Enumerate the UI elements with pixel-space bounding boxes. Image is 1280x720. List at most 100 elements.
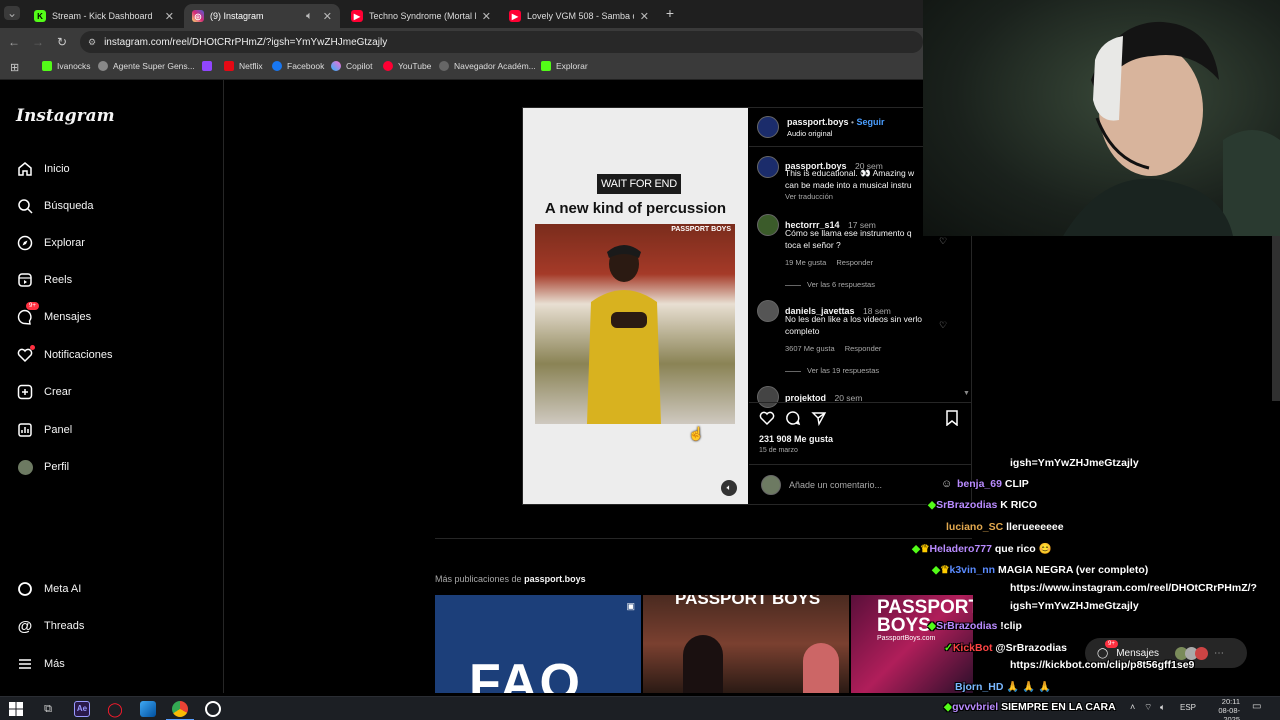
messages-badge: 9+ xyxy=(26,302,39,310)
bookmark-label: Facebook xyxy=(287,61,325,71)
scrollbar[interactable] xyxy=(1272,236,1280,401)
close-icon[interactable]: ✕ xyxy=(482,10,491,23)
grid-text: PassportBoys.com xyxy=(877,635,936,642)
author-username[interactable]: passport.boys xyxy=(787,117,849,127)
tab-lovely-vgm[interactable]: ▶ Lovely VGM 508 - Samba de Am ✕ xyxy=(501,4,657,28)
grid-post-2[interactable]: PASSPORT BOYS xyxy=(643,595,849,693)
emoji-icon[interactable]: ☺ xyxy=(941,478,952,490)
more-posts-user[interactable]: passport.boys xyxy=(524,574,586,584)
reply-button[interactable]: Responder xyxy=(836,258,873,267)
grid-text: PASSPORT BOYS xyxy=(675,595,821,608)
heart-icon xyxy=(16,345,35,364)
reload-button[interactable]: ↻ xyxy=(54,34,70,50)
tab-search-button[interactable]: ⌄ xyxy=(4,6,20,20)
comment-icon[interactable] xyxy=(785,410,801,431)
after-effects-icon[interactable]: Ae xyxy=(74,701,90,717)
volume-icon[interactable]: 🔈︎ xyxy=(1160,702,1165,713)
forward-button[interactable]: → xyxy=(30,34,46,50)
address-bar[interactable]: ⚙ instagram.com/reel/DHOtCRrPHmZ/?igsh=Y… xyxy=(80,31,923,53)
comment-likes[interactable]: 19 Me gusta xyxy=(785,258,826,267)
comment-like-icon[interactable]: ♡ xyxy=(939,320,947,331)
bookmark-youtube[interactable]: YouTube xyxy=(383,61,431,71)
bookmark-copilot[interactable]: Copilot xyxy=(331,61,372,71)
caption-avatar[interactable] xyxy=(757,156,779,178)
view-replies[interactable]: Ver las 19 respuestas xyxy=(785,366,879,375)
close-icon[interactable]: ✕ xyxy=(640,10,649,23)
reel-video[interactable]: WAIT FOR END A new kind of percussion PA… xyxy=(523,108,748,504)
comment-avatar[interactable] xyxy=(757,386,779,408)
nav-reels[interactable]: Reels xyxy=(16,271,72,289)
mute-button[interactable]: 🔈︎ xyxy=(721,480,737,496)
nav-mensajes[interactable]: 9+ Mensajes xyxy=(16,302,92,326)
chrome-icon[interactable] xyxy=(172,701,188,717)
view-replies-label: Ver las 19 respuestas xyxy=(807,366,880,375)
chat-username: benja_69 xyxy=(957,478,1002,490)
kick-icon: K xyxy=(34,10,46,22)
bookmark-navegador[interactable]: Navegador Académ... xyxy=(439,61,536,71)
tab-kick-dashboard[interactable]: K Stream - Kick Dashboard ✕ xyxy=(26,4,182,28)
task-view-icon[interactable]: ⧉ xyxy=(40,701,56,717)
audio-label[interactable]: Audio original xyxy=(787,129,832,138)
clock[interactable]: 20:11 08-08-2025 xyxy=(1202,697,1240,720)
bookmark-agente[interactable]: Agente Super Gens... xyxy=(98,61,195,71)
globe-icon xyxy=(98,61,108,71)
bookmark-netflix[interactable]: Netflix xyxy=(224,61,263,71)
reply-button[interactable]: Responder xyxy=(845,344,882,353)
nav-mas[interactable]: Más xyxy=(16,655,65,673)
more-icon[interactable]: ⋯ xyxy=(1214,648,1224,659)
bookmark-facebook[interactable]: Facebook xyxy=(272,61,324,71)
close-icon[interactable]: ✕ xyxy=(165,10,174,23)
back-button[interactable]: ← xyxy=(6,34,22,50)
chat-line: ◆gvvvbriel SIEMPRE EN LA CARA xyxy=(944,701,1116,713)
tray-chevron-icon[interactable]: ˄ xyxy=(1130,702,1135,712)
author-avatar[interactable] xyxy=(757,116,779,138)
comment-avatar[interactable] xyxy=(757,300,779,322)
obs-icon[interactable] xyxy=(205,701,221,717)
opera-gx-icon[interactable]: ◯ xyxy=(107,701,123,717)
comment-input[interactable]: Añade un comentario... xyxy=(789,480,882,490)
comment-avatar[interactable] xyxy=(757,214,779,236)
twitch-icon xyxy=(202,61,212,71)
view-replies[interactable]: Ver las 6 respuestas xyxy=(785,280,875,289)
nav-crear[interactable]: Crear xyxy=(16,383,72,401)
bookmark-explorar[interactable]: Explorar xyxy=(541,61,588,71)
bookmark-label: Agente Super Gens... xyxy=(113,61,195,71)
share-icon[interactable] xyxy=(811,410,827,431)
bookmark-icon[interactable] xyxy=(945,410,959,431)
app-icon[interactable] xyxy=(140,701,156,717)
notifications-icon[interactable]: ▭ xyxy=(1252,701,1261,712)
nav-panel[interactable]: Panel xyxy=(16,421,72,439)
instagram-logo[interactable]: Instagram xyxy=(16,106,115,126)
windows-start-icon[interactable] xyxy=(8,701,24,717)
close-icon[interactable]: ✕ xyxy=(323,10,332,23)
chat-line: igsh=YmYwZHJmeGtzajly xyxy=(1010,457,1139,469)
like-icon[interactable] xyxy=(759,410,775,431)
new-tab-button[interactable]: + xyxy=(662,5,678,21)
chat-username: k3vin_nn xyxy=(949,564,996,576)
nav-meta-ai[interactable]: Meta AI xyxy=(16,580,81,598)
bookmark-ivanocks[interactable]: Ivanocks xyxy=(42,61,91,71)
bookmark-twitch[interactable] xyxy=(202,61,217,71)
nav-busqueda[interactable]: Búsqueda xyxy=(16,197,94,215)
nav-threads[interactable]: @ Threads xyxy=(16,617,85,635)
nav-perfil[interactable]: Perfil xyxy=(16,458,69,476)
nav-notificaciones[interactable]: Notificaciones xyxy=(16,345,112,364)
tab-instagram[interactable]: ◎ (9) Instagram 🔈︎ ✕ xyxy=(184,4,340,28)
follow-button[interactable]: Seguir xyxy=(857,117,885,127)
comment-like-icon[interactable]: ♡ xyxy=(939,236,947,247)
speaker-icon[interactable]: 🔈︎ xyxy=(306,10,313,23)
apps-icon[interactable]: ⊞ xyxy=(10,61,19,74)
like-count[interactable]: 231 908 Me gusta xyxy=(759,434,833,444)
bookmark-label: Netflix xyxy=(239,61,263,71)
comment-likes[interactable]: 3607 Me gusta xyxy=(785,344,835,353)
site-info-icon[interactable]: ⚙ xyxy=(88,37,96,48)
grid-post-1[interactable]: FAQ ▣ xyxy=(435,595,641,693)
nav-inicio[interactable]: Inicio xyxy=(16,160,70,178)
scroll-down-icon[interactable]: ▼ xyxy=(963,390,970,397)
language-indicator[interactable]: ESP xyxy=(1180,703,1196,712)
wifi-icon[interactable]: ⌔ xyxy=(1144,702,1152,713)
nav-explorar[interactable]: Explorar xyxy=(16,234,85,252)
tab-techno-syndrome[interactable]: ▶ Techno Syndrome (Mortal Komb ✕ xyxy=(343,4,499,28)
nav-label: Mensajes xyxy=(44,311,92,323)
translate-link[interactable]: Ver traducción xyxy=(785,192,833,201)
